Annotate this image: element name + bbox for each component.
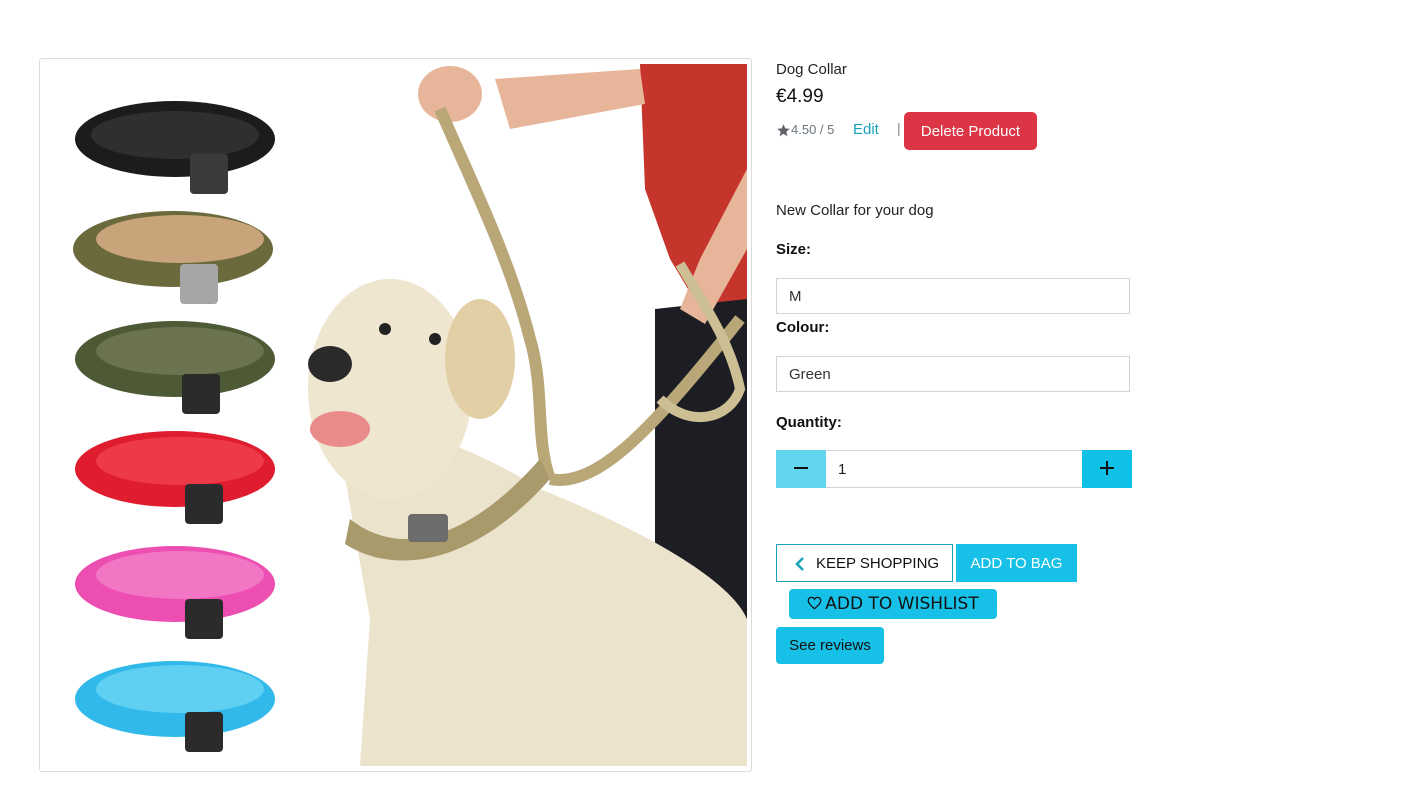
heart-icon (807, 596, 822, 610)
chevron-left-icon (795, 557, 804, 571)
quantity-input[interactable] (826, 450, 1082, 488)
delete-product-button[interactable]: Delete Product (904, 112, 1037, 150)
increment-button[interactable] (1082, 450, 1132, 488)
separator: | (897, 120, 901, 136)
quantity-label: Quantity: (776, 414, 842, 431)
star-icon (777, 124, 790, 137)
rating-and-admin-row: 4.50 / 5 Edit | Delete Product (776, 112, 1136, 150)
add-to-wishlist-label: ADD TO WISHLIST (825, 594, 979, 614)
product-title: Dog Collar (776, 61, 847, 78)
size-label: Size: (776, 241, 812, 258)
quantity-stepper (776, 450, 1132, 488)
minus-icon (794, 466, 808, 469)
see-reviews-button[interactable]: See reviews (776, 627, 884, 664)
product-description: New Collar for your dog (776, 202, 934, 219)
edit-product-link[interactable]: Edit (853, 121, 879, 138)
rating-value: 4.50 / 5 (791, 122, 835, 137)
add-to-bag-button[interactable]: ADD TO BAG (956, 544, 1077, 582)
add-to-wishlist-button[interactable]: ADD TO WISHLIST (789, 589, 997, 619)
size-select[interactable]: M (776, 278, 1130, 314)
plus-icon (1100, 460, 1114, 475)
product-image-card (39, 58, 752, 772)
product-price: €4.99 (776, 86, 824, 107)
keep-shopping-button[interactable]: KEEP SHOPPING (776, 544, 953, 582)
decrement-button[interactable] (776, 450, 826, 488)
colour-label: Colour: (776, 319, 830, 336)
colour-select[interactable]: Green (776, 356, 1130, 392)
keep-shopping-label: KEEP SHOPPING (816, 555, 940, 572)
product-image (73, 64, 747, 766)
